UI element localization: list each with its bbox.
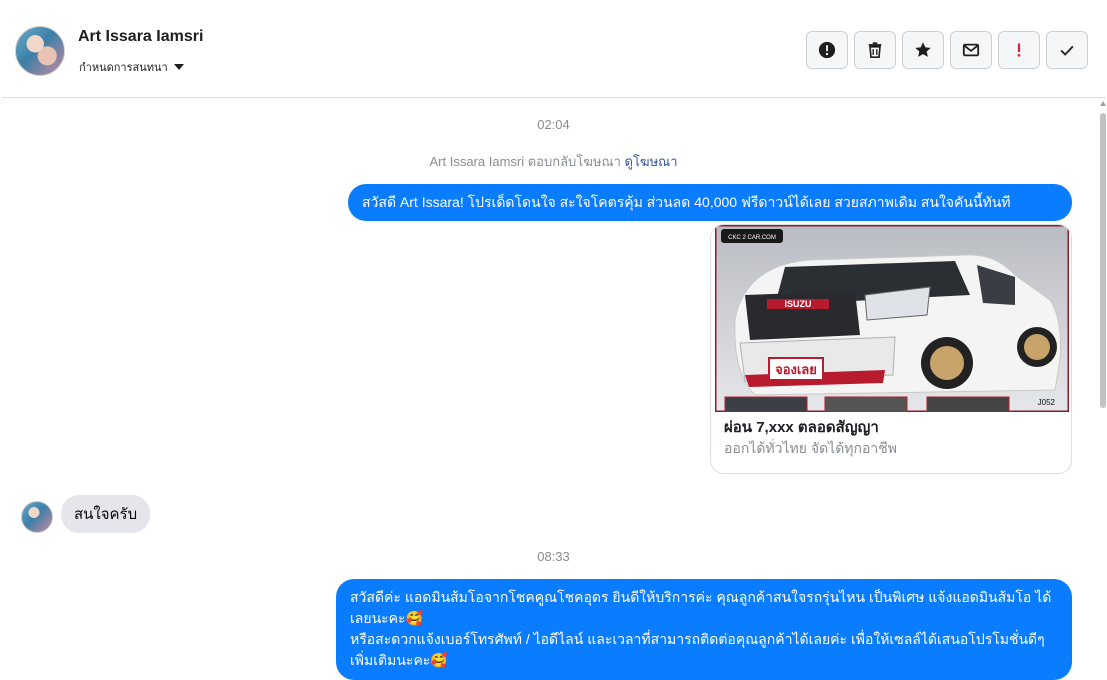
- delete-button[interactable]: [854, 31, 896, 69]
- conversation-setting-dropdown[interactable]: กำหนดการสนทนา: [79, 58, 184, 76]
- trash-icon: [868, 42, 882, 59]
- ad-image-brand: ISUZU: [785, 299, 812, 309]
- scroll-up-arrow-icon[interactable]: [1100, 101, 1106, 106]
- ad-reply-note: Art Issara Iamsri ตอบกลับโฆษณา ดูโฆษณา: [0, 151, 1107, 172]
- caret-down-icon: [173, 64, 184, 70]
- contact-avatar-small: [21, 501, 53, 533]
- envelope-icon: [962, 43, 980, 57]
- report-button[interactable]: [806, 31, 848, 69]
- outgoing-message-line: หรือสะดวกแจ้งเบอร์โทรศัพท์ / ไอดีไลน์ แล…: [350, 631, 1045, 668]
- timestamp: 08:33: [537, 549, 570, 564]
- ad-reply-note-text: Art Issara Iamsri ตอบกลับโฆษณา: [429, 154, 621, 169]
- conversation-toolbar: [806, 31, 1088, 69]
- contact-avatar[interactable]: [15, 26, 65, 76]
- ad-car-image: ISUZU จองเลย CKC 2 CAR.COM J052: [715, 225, 1069, 412]
- outgoing-message: สวัสดีค่ะ แอดมินส้มโอจากโชคคูณโชคอุดร ยิ…: [336, 579, 1072, 680]
- ad-image-badge: จองเลย: [775, 362, 817, 377]
- spam-button[interactable]: [998, 31, 1040, 69]
- exclamation-icon: [1017, 43, 1021, 57]
- incoming-message: สนใจครับ: [61, 495, 151, 533]
- mark-unread-button[interactable]: [950, 31, 992, 69]
- message-scrollbar[interactable]: [1099, 98, 1107, 680]
- outgoing-message-line: สวัสดีค่ะ แอดมินส้มโอจากโชคคูณโชคอุดร ยิ…: [350, 589, 1052, 626]
- outgoing-message: สวัสดี Art Issara! โปรเด็ดโดนใจ สะใจโคตร…: [348, 184, 1072, 221]
- ad-card-subtitle: ออกได้ทั่วไทย จัดได้ทุกอาชีพ: [724, 440, 898, 456]
- star-icon: [915, 42, 931, 57]
- view-ad-link[interactable]: ดูโฆษณา: [625, 154, 678, 169]
- conversation-header: Art Issara Iamsri กำหนดการสนทนา: [2, 0, 1105, 98]
- ad-card[interactable]: ISUZU จองเลย CKC 2 CAR.COM J052 ผ่อน 7,x…: [710, 224, 1072, 474]
- contact-name[interactable]: Art Issara Iamsri: [78, 28, 203, 46]
- star-button[interactable]: [902, 31, 944, 69]
- conversation-setting-label: กำหนดการสนทนา: [79, 62, 168, 74]
- timestamp: 02:04: [537, 117, 570, 132]
- ad-image-watermark: CKC 2 CAR.COM: [728, 235, 776, 241]
- mark-done-button[interactable]: [1046, 31, 1088, 69]
- checkmark-icon: [1060, 45, 1074, 56]
- ad-card-title: ผ่อน 7,xxx ตลอดสัญญา: [724, 419, 879, 436]
- scrollbar-thumb[interactable]: [1100, 113, 1106, 408]
- ad-image-code: J052: [1038, 398, 1056, 407]
- alert-circle-icon: [818, 41, 836, 59]
